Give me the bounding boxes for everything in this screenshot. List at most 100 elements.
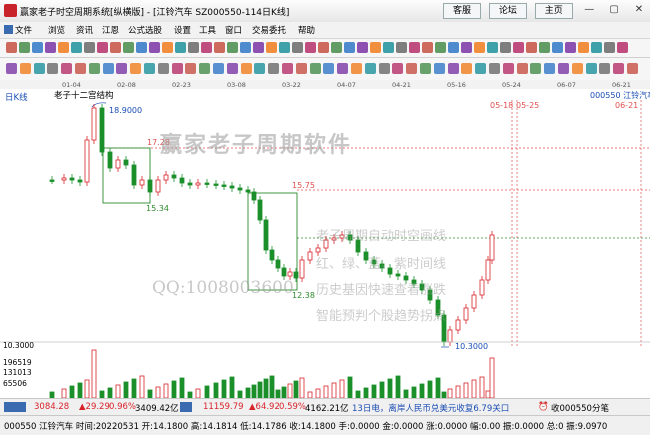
drawing-tool-icon[interactable] [420, 63, 431, 74]
drawing-tool-icon[interactable] [502, 63, 514, 74]
drawing-tool-icon[interactable] [599, 63, 611, 74]
drawing-tool-icon[interactable] [364, 63, 376, 74]
toolbar-button-icon[interactable] [136, 42, 147, 53]
toolbar-button-icon[interactable] [318, 42, 329, 53]
drawing-tool-icon[interactable] [6, 63, 17, 74]
drawing-tool-icon[interactable] [185, 63, 197, 74]
toolbar-button-icon[interactable] [240, 42, 251, 53]
drawing-tool-icon[interactable] [516, 63, 528, 74]
menu-window[interactable]: 窗口 [225, 24, 242, 36]
toolbar-button-icon[interactable] [58, 42, 69, 53]
toolbar-button-icon[interactable] [45, 42, 56, 53]
drawing-tool-icon[interactable] [199, 63, 211, 74]
menu-news[interactable]: 资讯 [76, 24, 93, 36]
toolbar-button-icon[interactable] [448, 42, 459, 53]
customer-service-link[interactable]: 客服 [443, 3, 481, 19]
toolbar-button-icon[interactable] [32, 42, 43, 53]
toolbar-button-icon[interactable] [214, 42, 225, 53]
drawing-tool-icon[interactable] [213, 63, 224, 74]
drawing-tool-icon[interactable] [392, 63, 404, 74]
drawing-tool-icon[interactable] [116, 63, 128, 74]
tick-detail-link[interactable]: 收000550分笔 [551, 402, 609, 414]
toolbar-button-icon[interactable] [578, 42, 589, 53]
toolbar-button-icon[interactable] [305, 42, 316, 53]
menu-settings[interactable]: 设置 [174, 24, 191, 36]
news-ticker[interactable]: 13日电，离岸人民币兑美元收复6.79关口 [352, 402, 509, 414]
toolbar-button-icon[interactable] [617, 42, 628, 53]
drawing-tool-icon[interactable] [489, 63, 500, 74]
drawing-tool-icon[interactable] [75, 63, 86, 74]
toolbar-button-icon[interactable] [461, 42, 472, 53]
toolbar-button-icon[interactable] [604, 42, 615, 53]
toolbar-button-icon[interactable] [292, 42, 303, 53]
forum-link[interactable]: 论坛 [488, 3, 527, 19]
toolbar-button-icon[interactable] [435, 42, 446, 53]
drawing-tool-icon[interactable] [88, 63, 100, 74]
drawing-tool-icon[interactable] [433, 63, 445, 74]
drawing-tool-icon[interactable] [571, 63, 583, 74]
toolbar-button-icon[interactable] [383, 42, 394, 53]
toolbar-button-icon[interactable] [110, 42, 121, 53]
toolbar-button-icon[interactable] [6, 42, 17, 53]
drawing-tool-icon[interactable] [226, 63, 238, 74]
toolbar-button-icon[interactable] [344, 42, 355, 53]
drawing-tool-icon[interactable] [544, 63, 556, 74]
drawing-tool-icon[interactable] [585, 63, 597, 74]
drawing-tool-icon[interactable] [19, 63, 31, 74]
toolbar-button-icon[interactable] [97, 42, 108, 53]
drawing-tool-icon[interactable] [351, 63, 362, 74]
drawing-tool-icon[interactable] [144, 63, 155, 74]
toolbar-button-icon[interactable] [422, 42, 433, 53]
drawing-tool-icon[interactable] [171, 63, 183, 74]
drawing-tool-icon[interactable] [337, 63, 349, 74]
toolbar-button-icon[interactable] [266, 42, 277, 53]
toolbar-button-icon[interactable] [591, 42, 602, 53]
drawing-tool-icon[interactable] [558, 63, 569, 74]
toolbar-button-icon[interactable] [409, 42, 420, 53]
drawing-tool-icon[interactable] [61, 63, 73, 74]
toolbar-button-icon[interactable] [175, 42, 186, 53]
toolbar-button-icon[interactable] [19, 42, 30, 53]
drawing-tool-icon[interactable] [157, 63, 169, 74]
toolbar-button-icon[interactable] [201, 42, 212, 53]
toolbar-button-icon[interactable] [227, 42, 238, 53]
drawing-tool-icon[interactable] [447, 63, 459, 74]
toolbar-button-icon[interactable] [84, 42, 95, 53]
drawing-tool-icon[interactable] [254, 63, 266, 74]
toolbar-button-icon[interactable] [487, 42, 498, 53]
home-link[interactable]: 主页 [534, 3, 573, 19]
drawing-tool-icon[interactable] [309, 63, 321, 74]
drawing-tool-icon[interactable] [613, 63, 625, 74]
drawing-tool-icon[interactable] [33, 63, 45, 74]
toolbar-button-icon[interactable] [539, 42, 550, 53]
toolbar-button-icon[interactable] [552, 42, 563, 53]
bell-icon[interactable]: ⏰ [538, 402, 549, 412]
drawing-tool-icon[interactable] [268, 63, 280, 74]
toolbar-button-icon[interactable] [162, 42, 173, 53]
toolbar-button-icon[interactable] [500, 42, 511, 53]
drawing-tool-icon[interactable] [47, 63, 59, 74]
kline-chart[interactable]: 01-04 02-08 02-23 03-08 03-22 04-07 04-21 05-16… [0, 80, 650, 399]
menu-formula[interactable]: 公式选股 [128, 24, 162, 36]
toolbar-button-icon[interactable] [188, 42, 199, 53]
maximize-button[interactable]: ▢ [603, 2, 625, 18]
toolbar-button-icon[interactable] [370, 42, 381, 53]
drawing-tool-icon[interactable] [102, 63, 114, 74]
toolbar-button-icon[interactable] [253, 42, 264, 53]
toolbar-button-icon[interactable] [123, 42, 134, 53]
close-button[interactable]: ✕ [628, 2, 650, 18]
drawing-tool-icon[interactable] [323, 63, 335, 74]
drawing-tool-icon[interactable] [295, 63, 307, 74]
toolbar-button-icon[interactable] [279, 42, 290, 53]
drawing-tool-icon[interactable] [530, 63, 542, 74]
menu-gann[interactable]: 江恩 [102, 24, 119, 36]
toolbar-button-icon[interactable] [331, 42, 342, 53]
drawing-tool-icon[interactable] [461, 63, 473, 74]
drawing-tool-icon[interactable] [282, 63, 293, 74]
toolbar-button-icon[interactable] [513, 42, 524, 53]
toolbar-button-icon[interactable] [357, 42, 368, 53]
menu-file[interactable]: 文件 [4, 24, 32, 36]
drawing-tool-icon[interactable] [475, 63, 487, 74]
drawing-tool-icon[interactable] [240, 63, 252, 74]
menu-tools[interactable]: 工具 [199, 24, 216, 36]
